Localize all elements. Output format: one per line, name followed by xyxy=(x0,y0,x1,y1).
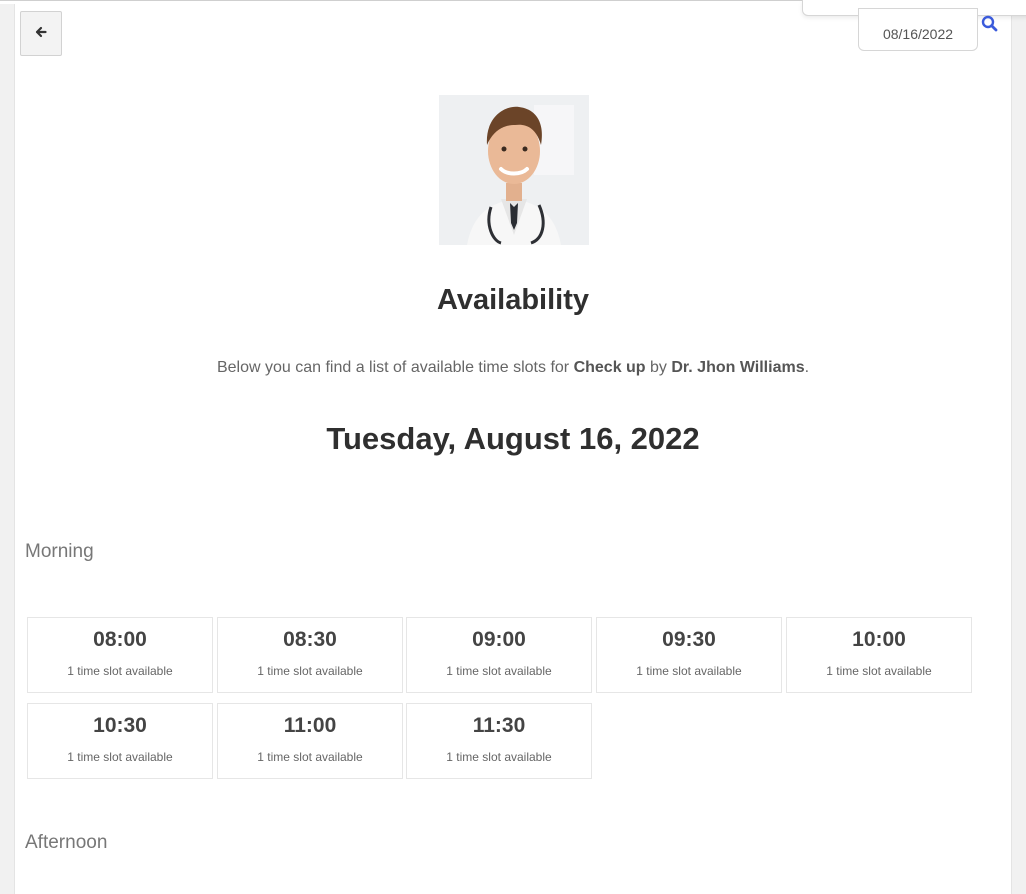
slot-time: 11:30 xyxy=(472,714,526,737)
slot-availability: 1 time slot available xyxy=(446,750,552,764)
slot-card[interactable]: 09:30 1 time slot available xyxy=(596,617,782,693)
section-afternoon: Afternoon xyxy=(25,832,108,853)
slot-card[interactable]: 08:30 1 time slot available xyxy=(217,617,403,693)
slot-availability: 1 time slot available xyxy=(636,664,742,678)
provider-name: Dr. Jhon Williams xyxy=(671,359,805,376)
slot-card[interactable]: 08:00 1 time slot available xyxy=(27,617,213,693)
intro-text: Below you can find a list of available t… xyxy=(0,359,1026,377)
slot-card[interactable]: 09:00 1 time slot available xyxy=(406,617,592,693)
slot-availability: 1 time slot available xyxy=(826,664,932,678)
service-name: Check up xyxy=(573,359,646,376)
doctor-avatar xyxy=(439,95,589,245)
slot-availability: 1 time slot available xyxy=(257,664,363,678)
intro-by: by xyxy=(645,359,672,376)
slot-time: 10:30 xyxy=(93,714,147,737)
search-icon xyxy=(981,15,999,37)
section-morning: Morning xyxy=(25,541,94,562)
page-title: Availability xyxy=(436,284,590,316)
arrow-left-icon xyxy=(35,25,47,43)
slot-time: 08:00 xyxy=(93,628,147,651)
slot-time: 09:30 xyxy=(662,628,716,651)
slot-card[interactable]: 11:00 1 time slot available xyxy=(217,703,403,779)
search-button[interactable] xyxy=(981,15,1001,35)
slot-availability: 1 time slot available xyxy=(257,750,363,764)
slot-card[interactable]: 10:00 1 time slot available xyxy=(786,617,972,693)
slot-card[interactable]: 10:30 1 time slot available xyxy=(27,703,213,779)
slot-time: 09:00 xyxy=(472,628,526,651)
date-heading: Tuesday, August 16, 2022 xyxy=(326,421,700,456)
slot-time: 11:00 xyxy=(283,714,337,737)
slot-availability: 1 time slot available xyxy=(67,664,173,678)
slot-time: 08:30 xyxy=(283,628,337,651)
back-button[interactable] xyxy=(20,11,62,56)
intro-suffix: . xyxy=(804,359,810,376)
intro-prefix: Below you can find a list of available t… xyxy=(216,359,574,376)
date-input[interactable] xyxy=(858,8,978,51)
slot-time: 10:00 xyxy=(852,628,906,651)
slot-availability: 1 time slot available xyxy=(446,664,552,678)
slot-availability: 1 time slot available xyxy=(67,750,173,764)
slot-card[interactable]: 11:30 1 time slot available xyxy=(406,703,592,779)
